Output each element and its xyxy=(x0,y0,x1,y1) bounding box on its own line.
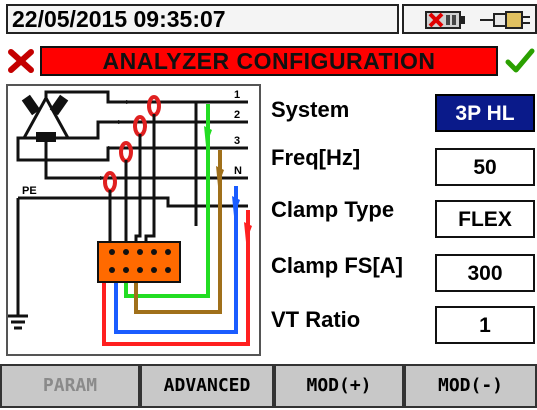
status-bar: 22/05/2015 09:35:07 xyxy=(0,0,537,38)
confirm-check-icon[interactable] xyxy=(505,47,535,75)
datetime-display: 22/05/2015 09:35:07 xyxy=(6,4,399,34)
analyzer-configuration-screen: 22/05/2015 09:35:07 ANALYZER CONFIGURATI… xyxy=(0,0,537,410)
delta-source-icon xyxy=(21,94,71,142)
terminal-label-n: N xyxy=(234,165,242,177)
param-label-freq: Freq[Hz] xyxy=(271,145,361,170)
probe-tip-icons xyxy=(204,126,252,242)
current-arrow-icons xyxy=(100,100,134,180)
freq-value-field[interactable]: 50 xyxy=(435,148,535,186)
clamp-type-value-field[interactable]: FLEX xyxy=(435,200,535,238)
mod-plus-button[interactable]: MOD(+) xyxy=(274,364,404,408)
terminal-label-2: 2 xyxy=(234,109,240,121)
param-label-clamp-fs: Clamp FS[A] xyxy=(271,253,403,278)
param-label-system: System xyxy=(271,97,350,122)
function-button-bar: PARAM ADVANCED MOD(+) MOD(-) xyxy=(0,364,537,410)
param-label-clamp-type: Clamp Type xyxy=(271,197,395,222)
param-button[interactable]: PARAM xyxy=(0,364,140,408)
wiring-diagram: 1 2 3 N PE xyxy=(6,84,261,356)
status-icons xyxy=(402,4,537,34)
cancel-x-icon[interactable] xyxy=(6,47,36,75)
title-bar: ANALYZER CONFIGURATION xyxy=(0,44,537,78)
terminal-label-3: 3 xyxy=(234,135,240,147)
battery-missing-icon xyxy=(425,11,465,29)
wiring-diagram-graphic: 1 2 3 N PE xyxy=(8,89,252,346)
mod-minus-button[interactable]: MOD(-) xyxy=(404,364,537,408)
terminal-label-1: 1 xyxy=(234,89,240,101)
clamp-fs-value-field[interactable]: 300 xyxy=(435,254,535,292)
plug-icon xyxy=(480,11,530,29)
pe-label: PE xyxy=(22,185,37,197)
vt-ratio-value-field[interactable]: 1 xyxy=(435,306,535,344)
page-title: ANALYZER CONFIGURATION xyxy=(40,46,498,76)
system-value-field[interactable]: 3P HL xyxy=(435,94,535,132)
param-label-vt-ratio: VT Ratio xyxy=(271,307,361,332)
meter-connector-icon xyxy=(97,241,181,283)
advanced-button[interactable]: ADVANCED xyxy=(140,364,274,408)
